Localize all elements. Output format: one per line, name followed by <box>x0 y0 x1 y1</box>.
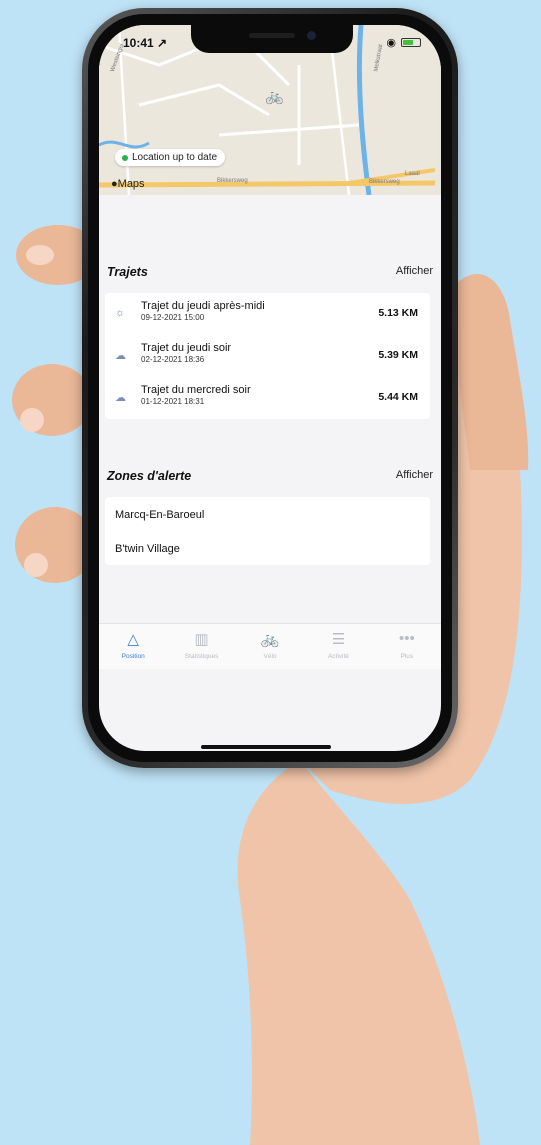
wifi-icon: ◉ <box>386 37 396 49</box>
trajets-title: Trajets <box>107 265 148 279</box>
notch <box>191 25 353 53</box>
zones-list: Marcq-En-Baroeul B'twin Village <box>105 497 430 565</box>
street-label: Bikkersweg <box>217 178 248 184</box>
trip-date: 09-12-2021 15:00 <box>141 313 205 322</box>
trajets-header: Trajets Afficher <box>99 265 441 279</box>
list-item[interactable]: B'twin Village <box>105 531 430 565</box>
speaker <box>249 33 295 38</box>
sun-icon: ☼ <box>115 307 126 319</box>
battery-icon <box>401 38 421 47</box>
list-item[interactable]: ☼ Trajet du jeudi après-midi 09-12-2021 … <box>105 293 430 335</box>
list-item[interactable]: ☁ Trajet du jeudi soir 02-12-2021 18:36 … <box>105 335 430 377</box>
apple-logo-icon: ● <box>111 178 118 190</box>
trip-date: 01-12-2021 18:31 <box>141 397 205 406</box>
list-item[interactable]: ☁ Trajet du mercredi soir 01-12-2021 18:… <box>105 377 430 419</box>
bicycle-location-icon[interactable]: 🚲 <box>265 87 284 105</box>
tab-bar: △ Position ▥ Statistiques 🚲 Vélo ☰ Activ… <box>99 623 441 669</box>
phone-screen: Westsingel Melkstraat Bikkersweg Bikkers… <box>99 25 441 751</box>
trip-name: Trajet du mercredi soir <box>141 384 251 396</box>
zones-title: Zones d'alerte <box>107 469 192 483</box>
tab-activite[interactable]: ☰ Activité <box>304 624 372 669</box>
status-dot-icon <box>122 154 128 161</box>
trip-distance: 5.39 KM <box>378 349 418 361</box>
tab-statistiques[interactable]: ▥ Statistiques <box>167 624 235 669</box>
location-status-pill: Location up to date <box>115 149 226 166</box>
trip-name: Trajet du jeudi soir <box>141 342 232 354</box>
tab-position[interactable]: △ Position <box>99 624 167 669</box>
trip-name: Trajet du jeudi après-midi <box>141 300 265 312</box>
cloud-icon: ☁ <box>115 350 126 362</box>
status-time: 10:41 ↗ <box>123 36 168 50</box>
street-label: Laaal <box>405 171 420 177</box>
trajets-afficher-link[interactable]: Afficher <box>396 265 433 279</box>
more-dots-icon: ••• <box>398 630 415 647</box>
phone-bezel: Westsingel Melkstraat Bikkersweg Bikkers… <box>88 14 452 762</box>
cloud-icon: ☁ <box>115 392 126 404</box>
bar-chart-icon: ▥ <box>194 631 209 648</box>
bicycle-icon: 🚲 <box>260 631 280 648</box>
phone-device: Westsingel Melkstraat Bikkersweg Bikkers… <box>82 8 458 768</box>
navigation-arrow-icon: △ <box>127 631 139 648</box>
zones-afficher-link[interactable]: Afficher <box>396 469 433 483</box>
tab-velo[interactable]: 🚲 Vélo <box>236 624 304 669</box>
trip-distance: 5.44 KM <box>378 391 418 403</box>
status-icons: ◉ <box>386 36 421 49</box>
zones-header: Zones d'alerte Afficher <box>99 469 441 483</box>
list-item[interactable]: Marcq-En-Baroeul <box>105 497 430 531</box>
trajets-list: ☼ Trajet du jeudi après-midi 09-12-2021 … <box>105 293 430 419</box>
tab-plus[interactable]: ••• Plus <box>373 624 441 669</box>
location-status-text: Location up to date <box>132 152 218 163</box>
trip-date: 02-12-2021 18:36 <box>141 355 205 364</box>
maps-attribution[interactable]: ●Maps <box>111 178 145 190</box>
home-indicator[interactable] <box>201 745 331 749</box>
front-camera <box>307 31 316 40</box>
list-lines-icon: ☰ <box>331 631 346 648</box>
trip-distance: 5.13 KM <box>378 307 418 319</box>
street-label: Bikkersweg <box>369 179 400 185</box>
